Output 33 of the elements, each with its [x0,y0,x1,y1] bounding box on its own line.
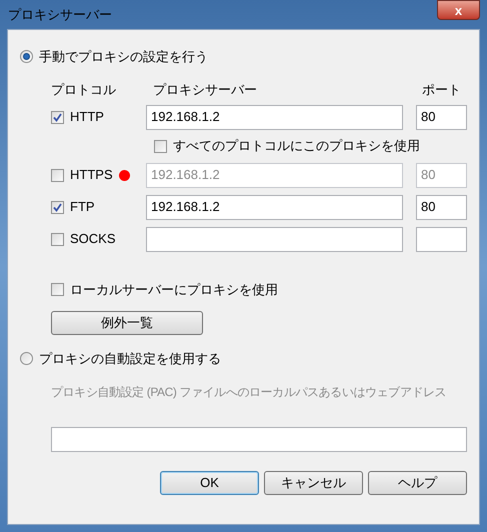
pac-address-field[interactable] [51,426,467,452]
port-field[interactable] [416,226,467,252]
checkmark-icon [53,202,62,212]
dialog-button[interactable]: OK [160,470,259,494]
checkbox[interactable] [51,232,64,246]
checkbox-label: HTTPS [70,166,113,184]
dialog-button[interactable]: ヘルプ [368,470,467,494]
window-title: プロキシサーバー [7,6,112,24]
checkbox-label: ローカルサーバーにプロキシを使用 [70,280,278,298]
checkbox[interactable] [51,200,64,214]
proxy-server-field[interactable]: 192.168.1.2 [146,104,403,130]
checkbox-label: HTTP [70,108,104,126]
proxy-server-field[interactable]: 192.168.1.2 [146,194,403,220]
checkmark-icon [53,112,62,122]
radio-label: プロキシの自動設定を使用する [39,350,221,368]
close-button[interactable]: x [437,0,480,20]
checkbox-label: FTP [70,198,95,216]
proxy-server-field[interactable] [146,226,403,252]
dialog-button[interactable]: キャンセル [264,470,363,494]
checkbox-label: SOCKS [70,230,116,248]
checkbox[interactable] [51,282,64,296]
radio-label: 手動でプロキシの設定を行う [39,48,208,66]
port-field[interactable]: 80 [416,104,467,130]
port-field[interactable]: 80 [416,194,467,220]
checkbox[interactable] [154,140,167,152]
checkbox[interactable] [51,110,64,124]
radio-button[interactable] [20,50,33,64]
checkbox-label: すべてのプロトコルにこのプロキシを使用 [173,137,420,156]
column-header: プロトコル [51,80,117,99]
column-header: プロキシサーバー [153,80,258,99]
column-header: ポート [422,80,461,99]
pac-description: プロキシ自動設定 (PAC) ファイルへのローカルパスあるいはウェブアドレス [51,384,446,400]
dialog-button[interactable]: 例外一覧 [51,311,203,335]
